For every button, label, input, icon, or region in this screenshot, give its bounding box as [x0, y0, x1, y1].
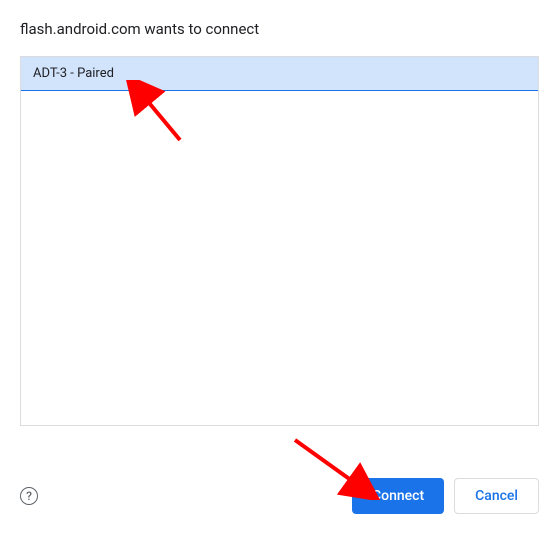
cancel-button[interactable]: Cancel	[454, 478, 539, 514]
dialog-footer: ? Connect Cancel	[20, 478, 539, 514]
device-item-adt3[interactable]: ADT-3 - Paired	[20, 56, 539, 91]
dialog-title: flash.android.com wants to connect	[20, 20, 539, 38]
help-glyph: ?	[26, 489, 32, 503]
help-icon[interactable]: ?	[20, 487, 38, 505]
device-list[interactable]: ADT-3 - Paired	[20, 56, 539, 426]
connect-button[interactable]: Connect	[352, 478, 444, 514]
button-group: Connect Cancel	[352, 478, 539, 514]
device-item-label: ADT-3 - Paired	[33, 66, 114, 81]
